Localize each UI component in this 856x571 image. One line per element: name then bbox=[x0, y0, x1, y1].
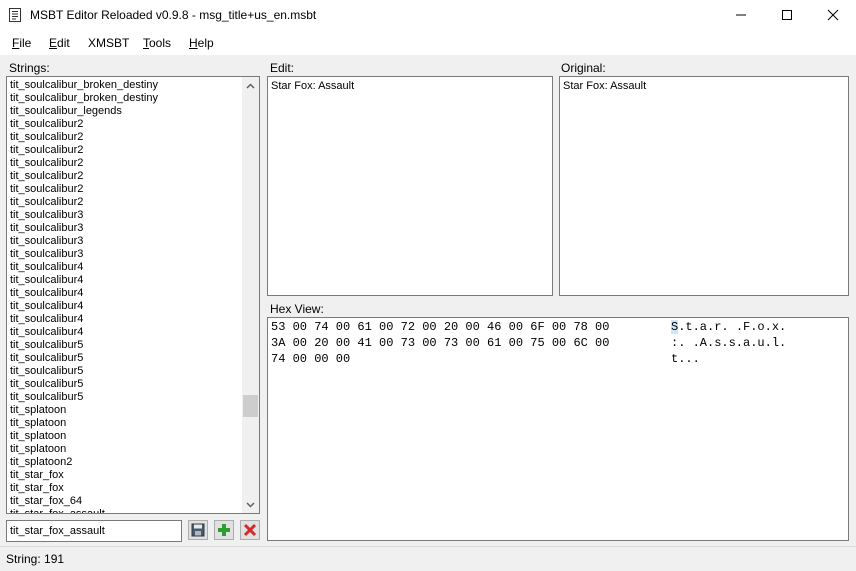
hex-line: 53 00 74 00 61 00 72 00 20 00 46 00 6F 0… bbox=[271, 320, 610, 334]
list-item[interactable]: tit_soulcalibur3 bbox=[10, 209, 240, 222]
hex-view[interactable]: 53 00 74 00 61 00 72 00 20 00 46 00 6F 0… bbox=[267, 317, 849, 541]
add-icon bbox=[218, 524, 230, 536]
close-button[interactable] bbox=[810, 0, 856, 30]
list-item[interactable]: tit_soulcalibur2 bbox=[10, 183, 240, 196]
hex-bytes: 53 00 74 00 61 00 72 00 20 00 46 00 6F 0… bbox=[271, 319, 609, 367]
list-item[interactable]: tit_soulcalibur4 bbox=[10, 261, 240, 274]
window-title: MSBT Editor Reloaded v0.9.8 - msg_title+… bbox=[30, 8, 317, 22]
edit-textbox[interactable]: Star Fox: Assault bbox=[267, 76, 553, 296]
menu-tools[interactable]: Tools bbox=[143, 36, 171, 50]
list-item[interactable]: tit_soulcalibur2 bbox=[10, 144, 240, 157]
delete-string-button[interactable] bbox=[240, 520, 260, 540]
list-item[interactable]: tit_soulcalibur4 bbox=[10, 313, 240, 326]
minimize-icon bbox=[736, 14, 746, 16]
ascii-line: S.t.a.r. .F.o.x. bbox=[671, 320, 787, 334]
scroll-up-button[interactable] bbox=[242, 77, 259, 94]
strings-scrollbar[interactable] bbox=[242, 77, 259, 513]
list-item[interactable]: tit_splatoon2 bbox=[10, 456, 240, 469]
original-text: Star Fox: Assault bbox=[563, 80, 647, 92]
list-item[interactable]: tit_splatoon bbox=[10, 430, 240, 443]
hex-line: 74 00 00 00 bbox=[271, 352, 351, 366]
list-item[interactable]: tit_splatoon bbox=[10, 404, 240, 417]
maximize-icon bbox=[782, 10, 792, 20]
list-item[interactable]: tit_soulcalibur2 bbox=[10, 131, 240, 144]
ascii-line: :. .A.s.s.a.u.l. bbox=[671, 336, 787, 350]
list-item[interactable]: tit_star_fox bbox=[10, 482, 240, 495]
menu-bar: File Edit XMSBT Tools Help bbox=[0, 31, 856, 55]
hex-line: 3A 00 20 00 41 00 73 00 73 00 61 00 75 0… bbox=[271, 336, 610, 350]
list-item[interactable]: tit_soulcalibur5 bbox=[10, 391, 240, 404]
close-icon bbox=[827, 9, 839, 21]
app-icon bbox=[9, 8, 21, 22]
list-item[interactable]: tit_soulcalibur4 bbox=[10, 287, 240, 300]
original-label: Original: bbox=[561, 61, 606, 75]
list-item[interactable]: tit_soulcalibur2 bbox=[10, 170, 240, 183]
delete-icon bbox=[243, 523, 257, 537]
list-item[interactable]: tit_soulcalibur2 bbox=[10, 157, 240, 170]
list-item[interactable]: tit_star_fox_64 bbox=[10, 495, 240, 508]
chevron-down-icon bbox=[246, 501, 255, 508]
list-item[interactable]: tit_soulcalibur_legends bbox=[10, 105, 240, 118]
chevron-up-icon bbox=[246, 82, 255, 89]
list-item[interactable]: tit_soulcalibur4 bbox=[10, 326, 240, 339]
scroll-thumb[interactable] bbox=[243, 395, 258, 417]
list-item[interactable]: tit_soulcalibur2 bbox=[10, 196, 240, 209]
menu-edit[interactable]: Edit bbox=[49, 36, 70, 50]
list-item[interactable]: tit_soulcalibur5 bbox=[10, 352, 240, 365]
list-item[interactable]: tit_soulcalibur4 bbox=[10, 300, 240, 313]
status-bar: String: 191 bbox=[0, 546, 856, 571]
strings-label: Strings: bbox=[9, 61, 50, 75]
list-item[interactable]: tit_soulcalibur_broken_destiny bbox=[10, 92, 240, 105]
menu-help[interactable]: Help bbox=[189, 36, 214, 50]
maximize-button[interactable] bbox=[764, 0, 810, 30]
list-item[interactable]: tit_soulcalibur_broken_destiny bbox=[10, 79, 240, 92]
title-bar[interactable]: MSBT Editor Reloaded v0.9.8 - msg_title+… bbox=[0, 0, 856, 31]
list-item[interactable]: tit_soulcalibur2 bbox=[10, 118, 240, 131]
list-item[interactable]: tit_star_fox bbox=[10, 469, 240, 482]
ascii-line: t... bbox=[671, 352, 700, 366]
list-item[interactable]: tit_star_fox_assault bbox=[10, 508, 240, 513]
status-text: String: 191 bbox=[6, 552, 65, 566]
add-string-button[interactable] bbox=[214, 520, 234, 540]
hex-view-label: Hex View: bbox=[270, 302, 324, 316]
scroll-down-button[interactable] bbox=[242, 496, 259, 513]
minimize-button[interactable] bbox=[718, 0, 764, 30]
save-icon bbox=[191, 523, 205, 537]
strings-list[interactable]: tit_soulcalibur_broken_destiny tit_soulca… bbox=[6, 76, 260, 514]
original-textbox[interactable]: Star Fox: Assault bbox=[559, 76, 849, 296]
list-item[interactable]: tit_soulcalibur3 bbox=[10, 235, 240, 248]
menu-file[interactable]: File bbox=[12, 36, 31, 50]
save-button[interactable] bbox=[188, 520, 208, 540]
edit-text: Star Fox: Assault bbox=[271, 80, 355, 92]
list-item[interactable]: tit_soulcalibur5 bbox=[10, 365, 240, 378]
list-item[interactable]: tit_soulcalibur5 bbox=[10, 378, 240, 391]
list-item[interactable]: tit_soulcalibur3 bbox=[10, 222, 240, 235]
list-item[interactable]: tit_splatoon bbox=[10, 417, 240, 430]
edit-label: Edit: bbox=[270, 61, 295, 75]
string-name-input[interactable] bbox=[6, 520, 182, 542]
hex-ascii: S.t.a.r. .F.o.x. :. .A.s.s.a.u.l. t... bbox=[671, 319, 786, 367]
list-item[interactable]: tit_soulcalibur3 bbox=[10, 248, 240, 261]
strings-list-items: tit_soulcalibur_broken_destiny tit_soulca… bbox=[10, 79, 240, 513]
list-item[interactable]: tit_soulcalibur5 bbox=[10, 339, 240, 352]
list-item[interactable]: tit_splatoon bbox=[10, 443, 240, 456]
menu-xmsbt[interactable]: XMSBT bbox=[88, 36, 129, 50]
list-item[interactable]: tit_soulcalibur4 bbox=[10, 274, 240, 287]
